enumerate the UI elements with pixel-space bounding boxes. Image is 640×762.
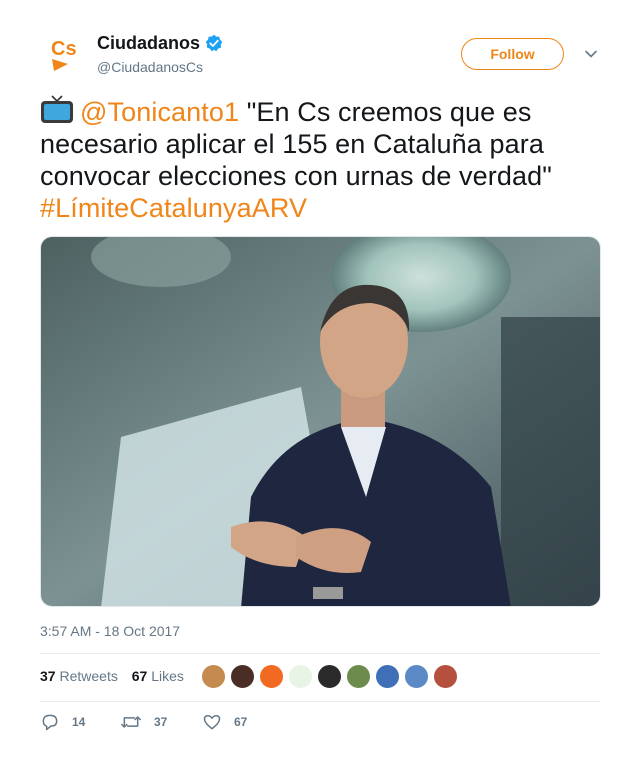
chevron-down-icon[interactable] xyxy=(584,47,598,61)
reply-count: 14 xyxy=(72,715,86,729)
liker-avatar-8[interactable] xyxy=(404,664,429,689)
mention-link[interactable]: @Tonicanto1 xyxy=(80,97,239,127)
tweet-photo[interactable] xyxy=(40,236,601,607)
svg-text:Cs: Cs xyxy=(51,38,77,60)
liker-avatar-9[interactable] xyxy=(433,664,458,689)
reply-button[interactable]: 14 xyxy=(40,712,85,732)
heart-icon xyxy=(203,715,221,730)
retweet-count: 37 xyxy=(154,715,168,729)
user-avatar[interactable]: Cs xyxy=(40,31,88,79)
liker-avatar-3[interactable] xyxy=(259,664,284,689)
display-name[interactable]: Ciudadanos xyxy=(97,33,200,54)
retweet-icon xyxy=(121,716,141,728)
photo-man-speaking xyxy=(41,237,600,606)
likes-stat[interactable]: 67 Likes xyxy=(132,668,184,684)
like-count: 67 xyxy=(234,715,248,729)
hashtag-link[interactable]: #LímiteCatalunyaARV xyxy=(40,193,307,223)
tweet-timestamp[interactable]: 3:57 AM - 18 Oct 2017 xyxy=(40,623,180,639)
divider xyxy=(40,701,600,702)
retweets-stat[interactable]: 37 Retweets xyxy=(40,668,118,684)
liker-avatar-6[interactable] xyxy=(346,664,371,689)
retweets-label: Retweets xyxy=(59,668,118,684)
divider xyxy=(40,653,600,654)
tweet-text: @Tonicanto1 "En Cs creemos que es necesa… xyxy=(40,95,600,224)
cs-logo-icon: Cs xyxy=(51,38,77,71)
tv-icon xyxy=(41,95,73,123)
likes-count: 67 xyxy=(131,668,148,684)
tweet-actions: 14 37 67 xyxy=(40,712,600,734)
tweet-header: Cs Ciudadanos @CiudadanosCs Follow xyxy=(0,0,640,90)
liker-avatar-1[interactable] xyxy=(201,664,226,689)
tweet-stats: 37 Retweets 67 Likes xyxy=(40,668,194,684)
likes-label: Likes xyxy=(151,668,184,684)
follow-button[interactable]: Follow xyxy=(461,38,564,70)
user-handle[interactable]: @CiudadanosCs xyxy=(97,59,203,75)
liker-avatar-5[interactable] xyxy=(317,664,342,689)
retweets-count: 37 xyxy=(40,668,56,684)
liker-avatar-4[interactable] xyxy=(288,664,313,689)
reply-icon xyxy=(42,714,58,731)
liker-avatar-2[interactable] xyxy=(230,664,255,689)
verified-badge-icon xyxy=(205,34,223,52)
like-button[interactable]: 67 xyxy=(202,712,247,732)
retweet-button[interactable]: 37 xyxy=(120,712,167,732)
liker-avatar-7[interactable] xyxy=(375,664,400,689)
